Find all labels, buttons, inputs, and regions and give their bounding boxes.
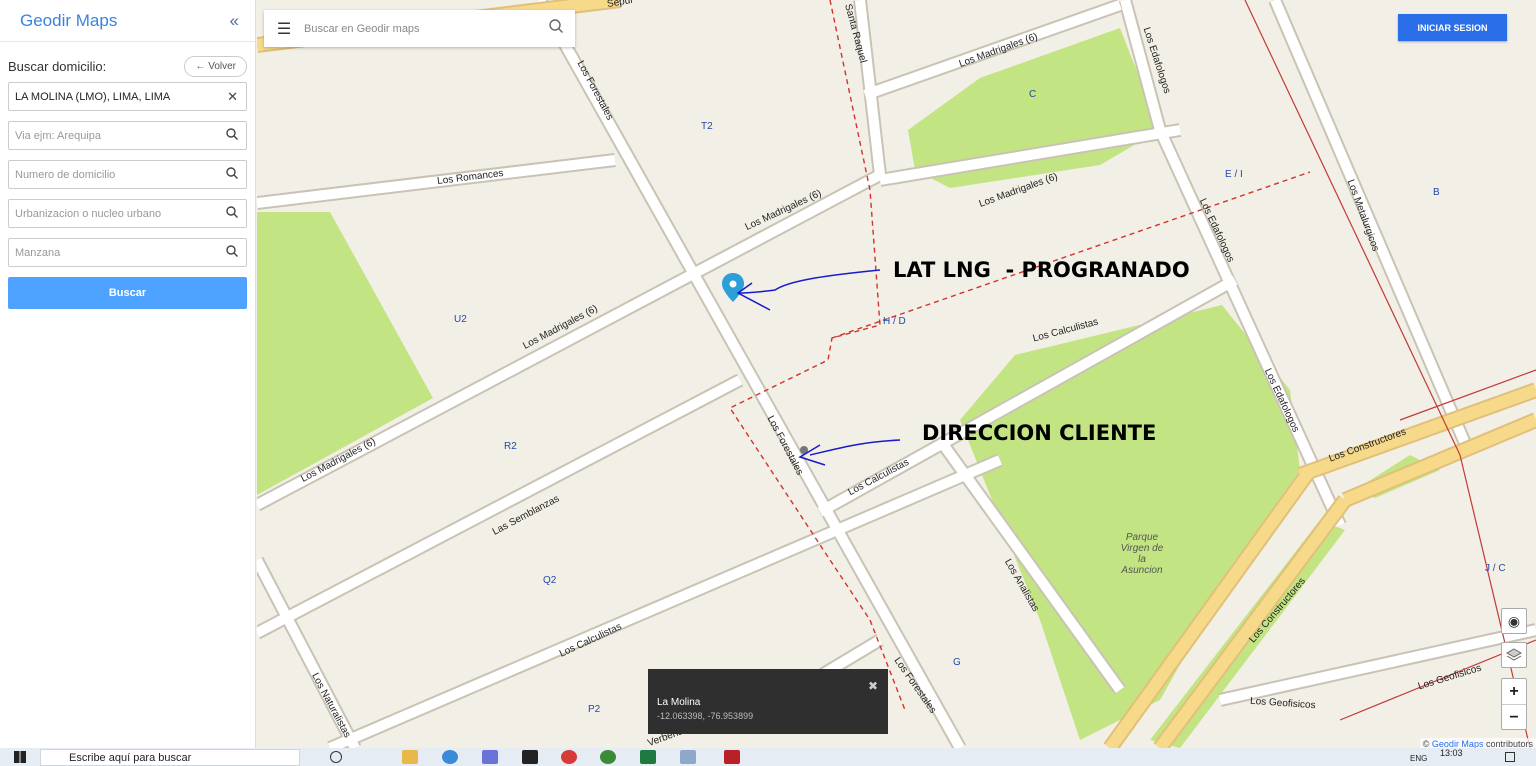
menu-icon[interactable]: ☰ xyxy=(264,19,304,39)
sidebar-header: Geodir Maps « xyxy=(0,0,255,42)
block-label: P2 xyxy=(588,704,601,715)
district-value: LA MOLINA (LMO), LIMA, LIMA xyxy=(15,90,171,103)
excel-icon[interactable] xyxy=(640,750,656,764)
search-icon[interactable] xyxy=(549,19,563,37)
clock[interactable]: 13:03 xyxy=(1440,748,1463,758)
ie-icon[interactable] xyxy=(442,750,458,764)
manzana-placeholder: Manzana xyxy=(15,246,61,259)
zoom-in-button[interactable]: + xyxy=(1502,679,1526,705)
block-label: R2 xyxy=(504,441,517,452)
zoom-out-button[interactable]: − xyxy=(1502,705,1526,731)
search-header-row: Buscar domicilio: ← Volver xyxy=(0,42,255,82)
block-label: Q2 xyxy=(543,575,557,586)
via-placeholder: Via ejm: Arequipa xyxy=(15,129,102,142)
language-indicator[interactable]: ENG xyxy=(1410,754,1427,763)
manzana-input[interactable]: Manzana xyxy=(8,238,247,267)
collapse-icon[interactable]: « xyxy=(230,11,240,31)
block-label: J / C xyxy=(1485,563,1506,574)
search-icon[interactable] xyxy=(226,206,238,221)
numero-input[interactable]: Numero de domicilio xyxy=(8,160,247,189)
block-labels: T2 C E / I B U2 H / D R2 Q2 P2 G J / C xyxy=(257,0,1536,748)
popup-title: La Molina xyxy=(657,697,701,708)
layers-icon[interactable] xyxy=(1501,642,1527,668)
close-icon[interactable]: ✖ xyxy=(868,679,878,693)
app-red-icon[interactable] xyxy=(724,750,740,764)
sidebar: Geodir Maps « Buscar domicilio: ← Volver… xyxy=(0,0,256,748)
block-label: G xyxy=(953,657,961,668)
taskbar: Escribe aquí para buscar ENG 13:03 xyxy=(0,748,1536,766)
block-label: B xyxy=(1433,187,1440,198)
clear-icon[interactable]: ✕ xyxy=(227,89,238,105)
taskbar-search[interactable]: Escribe aquí para buscar xyxy=(40,749,300,766)
district-field[interactable]: LA MOLINA (LMO), LIMA, LIMA ✕ xyxy=(8,82,247,111)
block-label: C xyxy=(1029,89,1037,100)
map-search-placeholder: Buscar en Geodir maps xyxy=(304,22,420,35)
search-icon[interactable] xyxy=(226,167,238,182)
app-k-icon[interactable] xyxy=(522,750,538,764)
search-icon[interactable] xyxy=(226,245,238,260)
volver-button[interactable]: ← Volver xyxy=(184,55,247,77)
block-label: U2 xyxy=(454,314,467,325)
windows-start-icon[interactable] xyxy=(14,751,26,763)
block-label: H / D xyxy=(883,316,906,327)
map-search-box[interactable]: ☰ Buscar en Geodir maps xyxy=(264,10,575,47)
numero-placeholder: Numero de domicilio xyxy=(15,168,116,181)
search-icon[interactable] xyxy=(226,128,238,143)
via-input[interactable]: Via ejm: Arequipa xyxy=(8,121,247,150)
latlng-annotation: LAT LNG - PROGRANADO xyxy=(893,258,1190,282)
urbanizacion-placeholder: Urbanizacion o nucleo urbano xyxy=(15,207,162,220)
block-label: E / I xyxy=(1225,169,1243,180)
urbanizacion-input[interactable]: Urbanizacion o nucleo urbano xyxy=(8,199,247,228)
buscar-button[interactable]: Buscar xyxy=(8,277,247,309)
block-label: T2 xyxy=(701,121,713,132)
notifications-icon[interactable] xyxy=(1505,752,1515,762)
folder-icon[interactable] xyxy=(402,750,418,764)
app-icon[interactable] xyxy=(680,750,696,764)
map-canvas[interactable]: Los Forestales Los Romances Los Madrigal… xyxy=(257,0,1536,748)
app-title: Geodir Maps xyxy=(20,10,118,30)
direccion-annotation: DIRECCION CLIENTE xyxy=(922,421,1157,445)
location-popup: ✖ La Molina -12.063398, -76.953899 xyxy=(648,669,888,734)
discord-icon[interactable] xyxy=(482,750,498,764)
locate-icon[interactable]: ◉ xyxy=(1501,608,1527,634)
zoom-control: + − xyxy=(1501,678,1527,730)
buscar-domicilio-label: Buscar domicilio: xyxy=(8,58,107,74)
popup-coords: -12.063398, -76.953899 xyxy=(657,711,754,721)
cortana-icon[interactable] xyxy=(330,751,342,763)
park-label: Parque Virgen de la Asuncion xyxy=(1120,532,1164,576)
login-button[interactable]: INICIAR SESION xyxy=(1398,14,1507,41)
taskbar-search-text: Escribe aquí para buscar xyxy=(69,752,192,764)
chrome-icon[interactable] xyxy=(600,750,616,764)
chrome-icon[interactable] xyxy=(561,750,577,764)
